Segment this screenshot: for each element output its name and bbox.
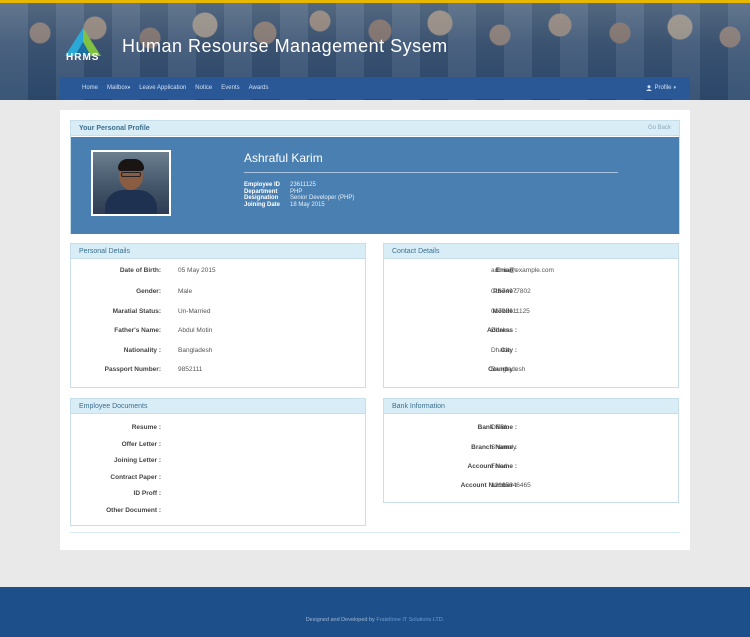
document-label: Offer Letter : <box>121 440 161 448</box>
detail-row: Account Number : 12165646465 <box>384 480 680 490</box>
footer-text: Designed and Developed by <box>305 617 375 623</box>
employee-name: Ashraful Karim <box>244 151 323 165</box>
detail-label: Gender: <box>136 287 161 295</box>
nav-item-leave-application[interactable]: Leave Application <box>139 85 186 91</box>
detail-value: Dhaka <box>491 346 510 354</box>
detail-value: 12165646465 <box>491 481 531 489</box>
detail-row: Branch Name : Shamoly <box>384 442 680 452</box>
detail-row: Bank Name : DBBL <box>384 422 680 432</box>
document-label: Other Document : <box>106 506 161 514</box>
info-value: 23611125 <box>290 182 316 188</box>
info-value: Senior Developer (PHP) <box>290 195 355 201</box>
detail-row: Passport Number: 9852111 <box>71 364 367 374</box>
header-accent-line <box>0 0 750 3</box>
nav-item-mailbox[interactable]: Mailbox▾ <box>107 85 130 91</box>
document-row[interactable]: Other Document : <box>71 505 367 515</box>
profile-panel-header: Your Personal Profile Go Back <box>71 121 679 136</box>
chevron-down-icon: ▾ <box>673 85 676 91</box>
document-label: Contract Paper : <box>110 473 161 481</box>
detail-value: Fixed <box>491 462 507 470</box>
chevron-down-icon: ▾ <box>127 85 131 91</box>
bank-information-panel: Bank Information Bank Name : DBBL Branch… <box>383 398 679 503</box>
info-value: 18 May 2015 <box>290 201 325 208</box>
profile-panel: Your Personal Profile Go Back Ashraful K… <box>70 120 680 234</box>
divider <box>70 532 680 533</box>
detail-value: Un-Married <box>178 307 211 315</box>
contact-details-panel: Contact Details Email : admin@example.co… <box>383 243 679 388</box>
detail-row: City : Dhaka <box>384 345 680 355</box>
document-row[interactable]: Offer Letter : <box>71 439 367 449</box>
panel-title: Contact Details <box>384 244 678 259</box>
detail-label: Father's Name: <box>114 326 161 334</box>
detail-row: Gender: Male <box>71 286 367 296</box>
main-content: Your Personal Profile Go Back Ashraful K… <box>60 110 690 550</box>
detail-row: Account Name : Fixed <box>384 461 680 471</box>
detail-row: Date of Birth: 05 May 2015 <box>71 265 367 275</box>
detail-row: Email : admin@example.com <box>384 265 680 275</box>
detail-row: Address : Dhaka <box>384 325 680 335</box>
nav-list: Home Mailbox▾ Leave Application Notice E… <box>82 77 269 99</box>
document-label: Joining Letter : <box>114 456 161 464</box>
profile-label: Profile <box>654 85 672 91</box>
employee-documents-panel: Employee Documents Resume : Offer Letter… <box>70 398 366 526</box>
detail-value: Bangladesh <box>178 346 213 354</box>
detail-row: Maratial Status: Un-Married <box>71 306 367 316</box>
detail-value: admin@example.com <box>491 266 554 274</box>
detail-row: Country : Bangladesh <box>384 364 680 374</box>
panel-title: Personal Details <box>71 244 365 259</box>
detail-value: 01674977802 <box>491 287 531 295</box>
logo-text: HRMS <box>66 52 100 63</box>
detail-row: Phone : 01674977802 <box>384 286 680 296</box>
document-label: Resume : <box>131 423 161 431</box>
employee-photo <box>91 150 171 216</box>
nav-item-notice[interactable]: Notice <box>195 85 212 91</box>
panel-title: Your Personal Profile <box>79 124 150 132</box>
profile-summary: Ashraful Karim Employee ID 23611125 Depar… <box>71 137 679 234</box>
main-navbar: Home Mailbox▾ Leave Application Notice E… <box>60 77 690 99</box>
detail-label: Maratial Status: <box>112 307 161 315</box>
detail-row: Father's Name: Abdul Motin <box>71 325 367 335</box>
user-icon <box>646 85 653 91</box>
employee-info: Employee ID 23611125 Department PHP Design… <box>244 182 354 208</box>
nav-item-awards[interactable]: Awards <box>249 85 269 91</box>
detail-label: Passport Number: <box>104 365 161 373</box>
detail-label: Date of Birth: <box>119 266 161 274</box>
detail-value: Bangladesh <box>491 365 526 373</box>
panel-title: Employee Documents <box>71 399 365 414</box>
document-row[interactable]: Resume : <box>71 422 367 432</box>
info-key: Joining Date <box>244 201 281 208</box>
detail-label: Nationality : <box>123 346 161 354</box>
document-row[interactable]: Joining Letter : <box>71 455 367 465</box>
footer-brand-link[interactable]: Fratellone IT Solutions LTD. <box>376 617 444 623</box>
detail-value: Dhaka <box>491 326 510 334</box>
nav-item-events[interactable]: Events <box>221 85 239 91</box>
detail-value: 9852111 <box>178 365 203 373</box>
personal-details-panel: Personal Details Date of Birth: 05 May 2… <box>70 243 366 388</box>
document-label: ID Proff : <box>133 489 161 497</box>
nav-item-home[interactable]: Home <box>82 85 98 91</box>
detail-row: Mobile : 01723611125 <box>384 306 680 316</box>
site-footer <box>0 587 750 637</box>
document-row[interactable]: Contract Paper : <box>71 472 367 482</box>
detail-value: Abdul Motin <box>178 326 213 334</box>
detail-value: 01723611125 <box>491 307 530 315</box>
footer-credit: Designed and Developed by Fratellone IT … <box>0 617 750 623</box>
panel-title: Bank Information <box>384 399 678 414</box>
detail-value: DBBL <box>491 423 508 431</box>
site-title: Human Resourse Management Sysem <box>122 36 448 56</box>
info-value: PHP <box>290 188 303 195</box>
detail-value: Shamoly <box>491 443 517 451</box>
detail-value: Male <box>178 287 193 295</box>
go-back-link[interactable]: Go Back <box>648 125 671 131</box>
document-row[interactable]: ID Proff : <box>71 488 367 498</box>
divider <box>244 172 618 173</box>
detail-row: Nationality : Bangladesh <box>71 345 367 355</box>
profile-dropdown[interactable]: Profile ▾ <box>646 77 676 99</box>
detail-value: 05 May 2015 <box>178 266 216 274</box>
